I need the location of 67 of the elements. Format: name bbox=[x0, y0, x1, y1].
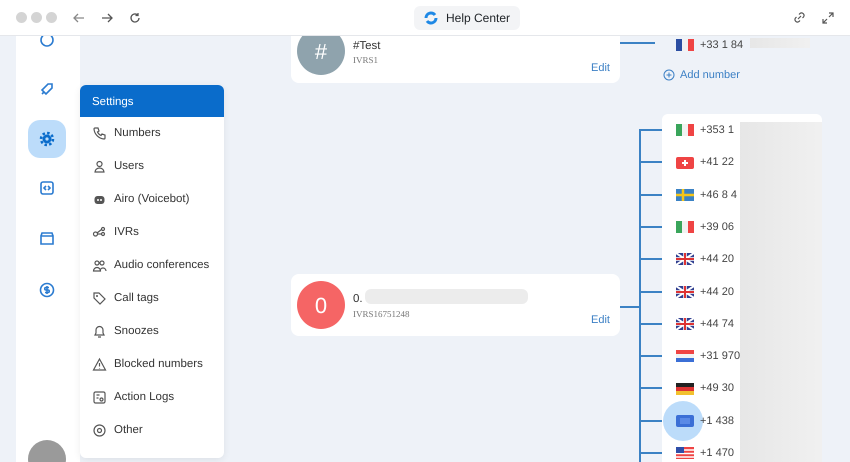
menu-item[interactable]: Numbers bbox=[80, 117, 224, 150]
add-number-link[interactable]: Add number bbox=[663, 67, 740, 84]
flag-icon bbox=[676, 221, 694, 234]
phone-number[interactable]: +46 8 4 bbox=[676, 186, 738, 204]
phone-number[interactable]: +44 20 bbox=[676, 284, 734, 300]
avatar-circle: # bbox=[297, 36, 345, 75]
flag-icon bbox=[676, 447, 694, 460]
bell-icon bbox=[92, 324, 107, 339]
flag-icon bbox=[676, 414, 694, 427]
settings-icon bbox=[92, 423, 107, 438]
logo-icon bbox=[424, 10, 438, 24]
menu-item[interactable]: Call tags bbox=[80, 282, 224, 315]
menu-item[interactable]: IVRs bbox=[80, 216, 224, 249]
phone-number[interactable]: +44 74 bbox=[676, 316, 734, 332]
menu-item[interactable]: Other bbox=[80, 414, 224, 447]
menu-item[interactable]: Users bbox=[80, 150, 224, 183]
flag-icon bbox=[676, 188, 694, 201]
phone-number[interactable]: +31 970 bbox=[676, 348, 740, 365]
phone-number[interactable]: +33 1 84 bbox=[676, 37, 744, 54]
gear-icon bbox=[38, 130, 56, 148]
log-icon bbox=[92, 390, 107, 405]
nav-button[interactable] bbox=[28, 120, 66, 158]
tag-icon bbox=[92, 291, 107, 306]
flag-icon bbox=[676, 350, 694, 362]
store-icon bbox=[38, 229, 56, 247]
reload-icon[interactable] bbox=[129, 12, 141, 24]
add-icon bbox=[663, 69, 675, 82]
rocket-icon bbox=[38, 80, 56, 98]
ivr-id: IVRS1 bbox=[353, 54, 378, 67]
menu-item[interactable]: Airo (Voicebot) bbox=[80, 183, 224, 216]
menu-item[interactable]: Blocked numbers bbox=[80, 348, 224, 381]
group-icon bbox=[92, 258, 107, 273]
dollar-icon bbox=[38, 281, 56, 299]
ivr-name: #Test bbox=[353, 39, 380, 54]
phone-number[interactable]: +44 20 bbox=[676, 251, 734, 268]
phone-icon bbox=[92, 126, 107, 141]
menu-item[interactable]: Action Logs bbox=[80, 381, 224, 414]
phone-number[interactable]: +1 470 bbox=[676, 445, 734, 462]
phone-number[interactable]: +49 30 bbox=[676, 380, 734, 397]
flag-icon bbox=[676, 124, 694, 136]
flag-icon bbox=[676, 156, 694, 169]
flag-icon bbox=[676, 286, 694, 298]
phone-number[interactable]: +39 06 bbox=[676, 218, 734, 236]
code-icon bbox=[38, 179, 56, 197]
menu-header: Settings bbox=[80, 85, 224, 117]
phone-number[interactable]: +353 1 bbox=[676, 122, 734, 138]
flag-icon bbox=[676, 382, 694, 395]
warning-icon bbox=[92, 357, 107, 372]
ivr-id: IVRS16751248 bbox=[353, 308, 410, 321]
history-icon bbox=[38, 36, 56, 49]
menu-item[interactable]: Audio conferences bbox=[80, 249, 224, 282]
flag-icon bbox=[676, 253, 694, 266]
menu-item[interactable]: Snoozes bbox=[80, 315, 224, 348]
flag-icon bbox=[676, 318, 694, 330]
edit-link[interactable]: Edit bbox=[591, 60, 610, 76]
phone-number[interactable]: +41 22 bbox=[676, 154, 734, 171]
user-icon bbox=[92, 159, 107, 174]
expand-icon[interactable] bbox=[822, 12, 834, 24]
ivr-name: 0. bbox=[353, 292, 363, 307]
avatar-circle: 0 bbox=[297, 281, 345, 329]
forward-icon[interactable] bbox=[101, 12, 113, 24]
phone-number[interactable]: +1 438 bbox=[676, 412, 734, 430]
flag-icon bbox=[676, 39, 694, 52]
edit-link[interactable]: Edit bbox=[591, 312, 610, 328]
back-icon[interactable] bbox=[73, 12, 85, 24]
link-icon[interactable] bbox=[793, 11, 806, 24]
address-bar[interactable]: Help Center bbox=[414, 6, 520, 30]
